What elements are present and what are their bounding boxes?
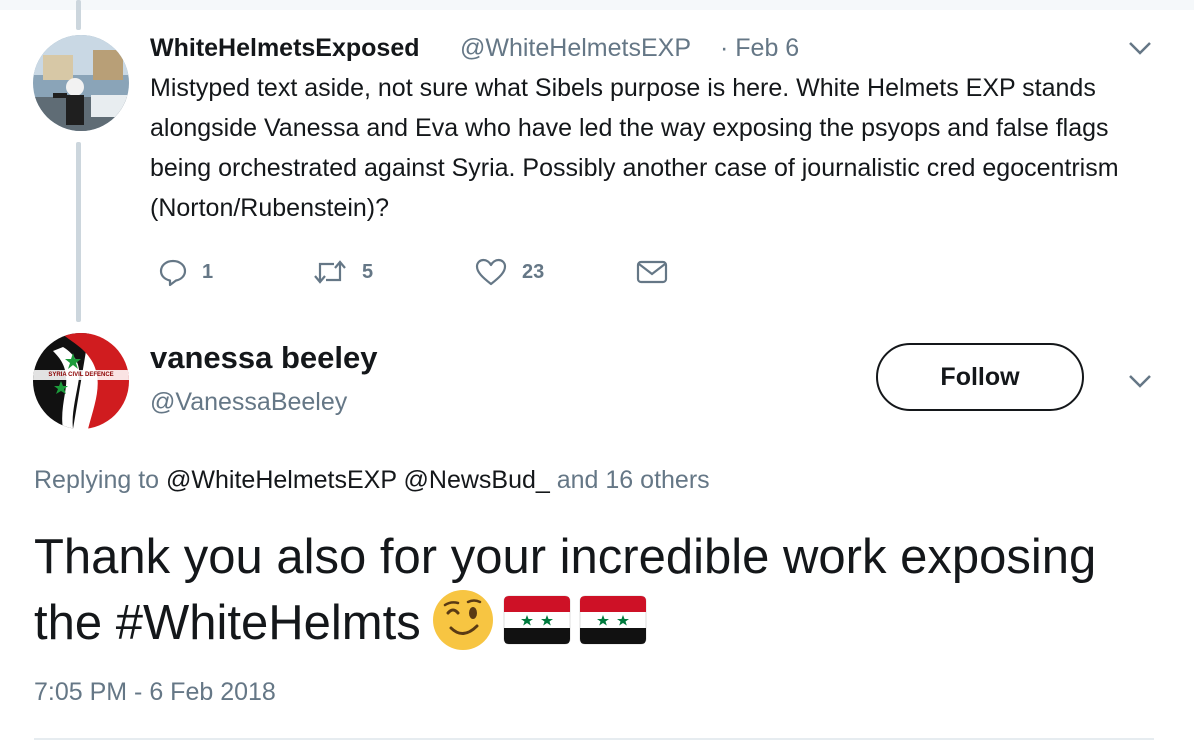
- retweet-count: 5: [362, 260, 374, 283]
- chevron-down-icon[interactable]: [1126, 371, 1154, 391]
- replying-to: Replying to @WhiteHelmetsEXP @NewsBud_ a…: [34, 466, 710, 495]
- direct-message-action[interactable]: [636, 255, 668, 289]
- avatar-badge-text: SYRIA CIVIL DEFENCE: [48, 372, 114, 378]
- top-strip: [0, 0, 1194, 10]
- syria-flag-icon: [503, 595, 571, 645]
- tweet-timestamp[interactable]: 7:05 PM - 6 Feb 2018: [34, 678, 276, 707]
- tweet-text: Mistyped text aside, not sure what Sibel…: [150, 74, 1119, 222]
- avatar-photo: [33, 333, 129, 429]
- replying-others-link[interactable]: and 16 others: [557, 466, 710, 494]
- winking-face-icon: [432, 590, 493, 651]
- replying-prefix: Replying to: [34, 466, 160, 494]
- emoji-group: [431, 588, 647, 652]
- author-handle[interactable]: @WhiteHelmetsEXP: [460, 34, 691, 63]
- retweet-action[interactable]: 5: [312, 255, 373, 289]
- tweet-date[interactable]: · Feb 6: [720, 34, 799, 63]
- reply-icon: [159, 259, 187, 287]
- like-count: 23: [522, 260, 545, 283]
- avatar[interactable]: [33, 35, 129, 131]
- thread-line-top: [76, 0, 81, 30]
- author-handle[interactable]: @VanessaBeeley: [150, 388, 347, 417]
- replying-mentions[interactable]: @WhiteHelmetsEXP @NewsBud_: [166, 466, 550, 494]
- follow-button[interactable]: Follow: [876, 343, 1084, 411]
- author-name[interactable]: vanessa beeley: [150, 340, 378, 376]
- avatar-photo: [33, 35, 129, 131]
- avatar[interactable]: SYRIA CIVIL DEFENCE: [33, 333, 129, 429]
- like-action[interactable]: 23: [474, 255, 544, 289]
- envelope-icon: [636, 260, 668, 284]
- thread-line-bottom: [76, 142, 81, 322]
- reply-count: 1: [202, 260, 214, 283]
- reply-action[interactable]: 1: [158, 255, 213, 289]
- retweet-icon: [314, 260, 346, 284]
- chevron-down-icon[interactable]: [1126, 38, 1154, 58]
- tweet-main-text: Thank you also for your incredible work …: [34, 524, 1164, 658]
- heart-icon: [475, 258, 507, 286]
- syria-flag-icon: [579, 595, 647, 645]
- author-name[interactable]: WhiteHelmetsExposed: [150, 34, 420, 63]
